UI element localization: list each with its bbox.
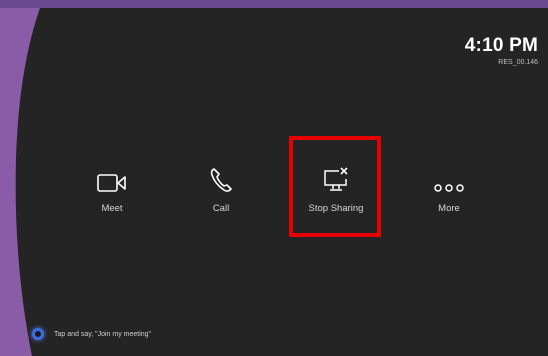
stop-sharing-highlight: [289, 136, 381, 237]
clock-time: 4:10 PM: [464, 35, 538, 56]
action-bar: Meet Call Stop Sharing More: [0, 153, 548, 243]
call-label: Call: [212, 203, 230, 214]
meet-label: Meet: [101, 203, 123, 214]
cortana-icon[interactable]: [32, 328, 44, 340]
phone-icon: [176, 153, 266, 193]
meet-button[interactable]: Meet: [67, 153, 157, 214]
cortana-prompt[interactable]: Tap and say, "Join my meeting": [32, 328, 151, 340]
more-label: More: [438, 203, 460, 214]
video-camera-icon: [67, 153, 157, 193]
room-id: RES_00.146: [498, 59, 538, 66]
more-button[interactable]: More: [404, 153, 494, 214]
clock: 4:10 PM RES_00.146: [465, 35, 538, 68]
more-dots-icon: [404, 153, 494, 193]
teams-room-screen: 4:10 PM RES_00.146 Meet Call Stop Sharin…: [0, 8, 548, 356]
top-accent-bar: [0, 0, 548, 8]
cortana-hint: Tap and say, "Join my meeting": [54, 330, 152, 338]
call-button[interactable]: Call: [176, 153, 266, 214]
